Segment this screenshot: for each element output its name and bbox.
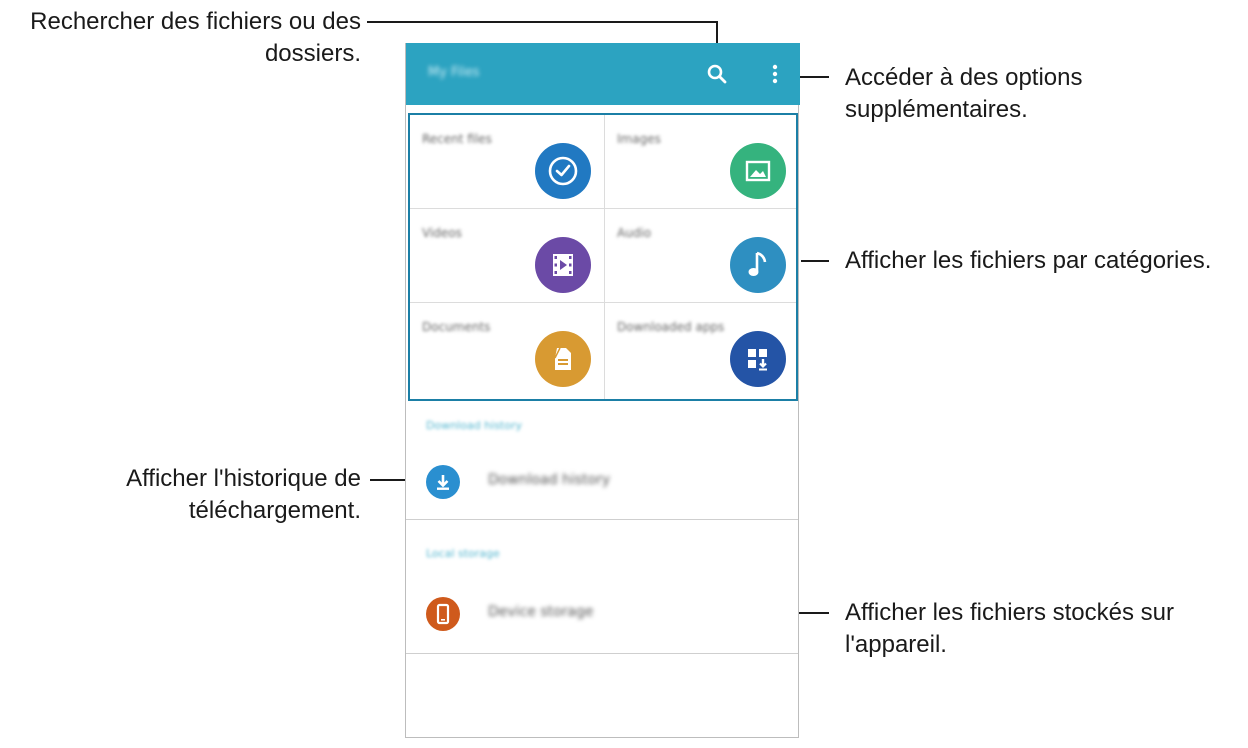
phone-icon [426,597,460,631]
film-icon [535,237,591,293]
search-icon[interactable] [706,63,728,85]
annotation-options-line2: supplémentaires. [845,96,1028,123]
category-label: Documents [422,320,491,334]
annotation-search-line2: dossiers. [264,40,361,67]
annotation-search-line1: Rechercher des fichiers ou des [30,8,361,35]
clock-icon [535,143,591,199]
category-label: Downloaded apps [617,320,725,334]
category-label: Recent files [422,132,492,146]
annotation-history: Afficher l'historique de téléchargement. [126,463,361,527]
annotation-storage-line1: Afficher les fichiers stockés sur [845,599,1175,626]
category-recent-files[interactable]: Recent files [410,115,603,209]
device-storage-item[interactable]: Device storage [406,579,798,649]
section-divider [406,519,798,520]
more-options-icon[interactable] [770,63,780,85]
apps-download-icon [730,331,786,387]
category-label: Videos [422,226,462,240]
annotation-options: Accéder à des options supplémentaires. [845,62,1082,126]
leader-line-categories [801,260,829,262]
download-icon [426,465,460,499]
leader-line-search-h [367,21,718,23]
category-label: Images [617,132,661,146]
annotation-history-line1: Afficher l'historique de [126,465,361,492]
document-icon [535,331,591,387]
category-label: Audio [617,226,652,240]
category-downloaded-apps[interactable]: Downloaded apps [605,303,798,397]
category-documents[interactable]: Documents [410,303,603,397]
annotation-categories: Afficher les fichiers par catégories. [845,247,1212,274]
phone-screen: My Files Recent files Images Videos Audi… [405,43,800,738]
category-audio[interactable]: Audio [605,209,798,303]
local-storage-section-label: Local storage [426,547,500,560]
annotation-storage: Afficher les fichiers stockés sur l'appa… [845,597,1174,661]
device-storage-label: Device storage [488,604,594,620]
download-history-label: Download history [488,472,611,488]
download-section-label: Download history [426,419,523,432]
download-history-item[interactable]: Download history [406,447,798,517]
annotation-storage-line2: l'appareil. [845,631,947,658]
section-divider [406,653,798,654]
image-icon [730,143,786,199]
annotation-history-line2: téléchargement. [188,497,361,524]
annotation-search: Rechercher des fichiers ou des dossiers. [30,6,361,70]
app-title: My Files [428,65,480,80]
app-bar: My Files [406,43,800,105]
category-videos[interactable]: Videos [410,209,603,303]
category-images[interactable]: Images [605,115,798,209]
category-grid: Recent files Images Videos Audio Documen… [408,113,798,401]
annotation-options-line1: Accéder à des options [845,64,1083,91]
music-note-icon [730,237,786,293]
